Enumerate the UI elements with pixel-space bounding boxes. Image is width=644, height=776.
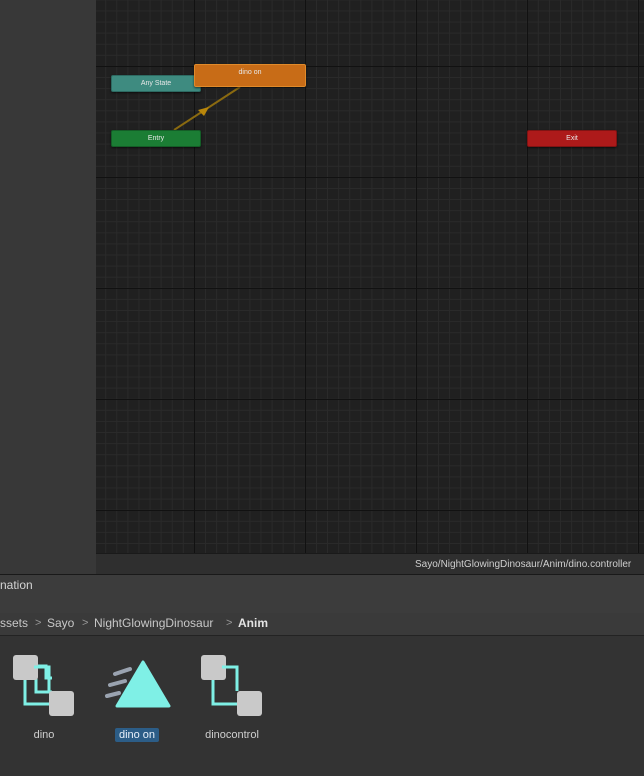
asset-grid: dino dino on dinocontrol — [0, 636, 644, 776]
breadcrumb-item-sayo[interactable]: Sayo — [47, 613, 74, 634]
dino-on-state-node[interactable]: dino on — [194, 64, 306, 87]
breadcrumb-item-assets[interactable]: ssets — [0, 613, 28, 634]
any-state-node[interactable]: Any State — [111, 75, 201, 92]
breadcrumb-separator: > — [82, 617, 89, 629]
project-toolbar — [0, 595, 644, 614]
breadcrumb-item-anim[interactable]: Anim — [238, 613, 268, 634]
asset-label: dinocontrol — [205, 729, 259, 741]
animation-clip-icon — [105, 660, 171, 708]
animator-controller-icon — [201, 655, 262, 716]
breadcrumb-separator: > — [226, 617, 233, 629]
animator-controller-icon — [13, 655, 74, 716]
breadcrumb-separator: > — [35, 617, 42, 629]
project-panel-title: nation — [0, 578, 33, 592]
asset-label: dino on — [97, 728, 177, 742]
asset-dino[interactable]: dino — [4, 636, 84, 756]
exit-node[interactable]: Exit — [527, 130, 617, 147]
asset-dino-on[interactable]: dino on — [97, 636, 177, 756]
controller-path-label: Sayo/NightGlowingDinosaur/Anim/dino.cont… — [415, 559, 632, 570]
asset-label: dino — [33, 729, 55, 741]
asset-dinocontrol[interactable]: dinocontrol — [192, 636, 272, 756]
breadcrumb-item-nightglowingdinosaur[interactable]: NightGlowingDinosaur — [94, 613, 213, 634]
project-panel-tab[interactable]: nation — [0, 574, 644, 596]
breadcrumb: ssets > Sayo > NightGlowingDinosaur > An… — [0, 613, 644, 636]
left-sidebar-panel — [0, 0, 97, 574]
entry-node[interactable]: Entry — [111, 130, 201, 147]
